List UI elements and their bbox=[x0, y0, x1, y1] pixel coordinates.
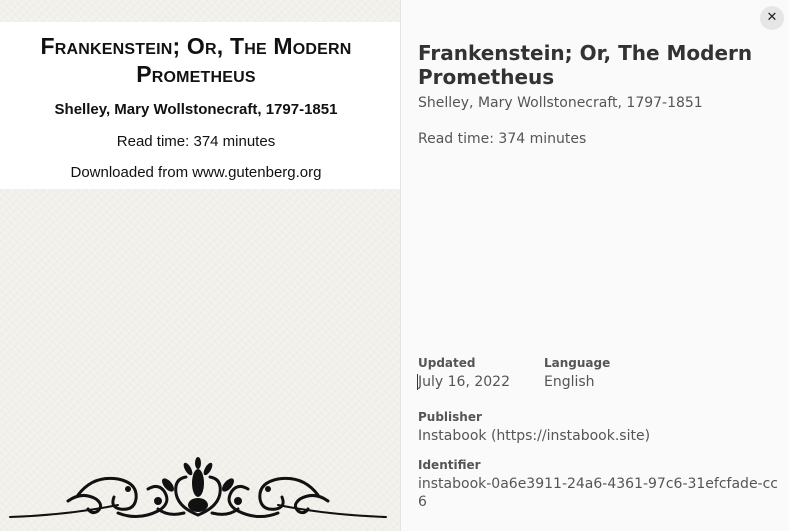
identifier-value[interactable]: instabook-0a6e3911-24a6-4361-97c6-31efcf… bbox=[418, 475, 778, 511]
publisher-value[interactable]: Instabook (https://instabook.site) bbox=[418, 427, 650, 445]
language-label: Language bbox=[544, 356, 611, 370]
close-button[interactable]: ✕ bbox=[760, 6, 784, 30]
language-value[interactable]: English bbox=[544, 373, 595, 391]
book-author: Shelley, Mary Wollstonecraft, 1797-1851 bbox=[418, 95, 703, 111]
book-cover: Frankenstein; Or, The Modern Prometheus … bbox=[0, 0, 400, 531]
cover-read-time: Read time: 374 minutes bbox=[116, 133, 276, 150]
cover-title: Frankenstein; Or, The Modern Prometheus bbox=[40, 33, 352, 87]
book-read-time: Read time: 374 minutes bbox=[418, 131, 587, 147]
updated-label: Updated bbox=[418, 356, 476, 370]
book-title: Frankenstein; Or, The Modern Prometheus bbox=[418, 41, 753, 89]
book-details-dialog: Frankenstein; Or, The Modern Prometheus … bbox=[0, 0, 789, 531]
identifier-label: Identifier bbox=[418, 458, 481, 472]
cover-download-note: Downloaded from www.gutenberg.org bbox=[70, 164, 322, 181]
publisher-label: Publisher bbox=[418, 410, 482, 424]
updated-value[interactable]: July 16, 2022 bbox=[418, 373, 510, 391]
close-icon[interactable]: ✕ bbox=[767, 10, 778, 25]
cover-author: Shelley, Mary Wollstonecraft, 1797-1851 bbox=[54, 101, 338, 118]
text-cursor bbox=[417, 374, 418, 390]
decorative-flourish-icon bbox=[9, 457, 387, 518]
